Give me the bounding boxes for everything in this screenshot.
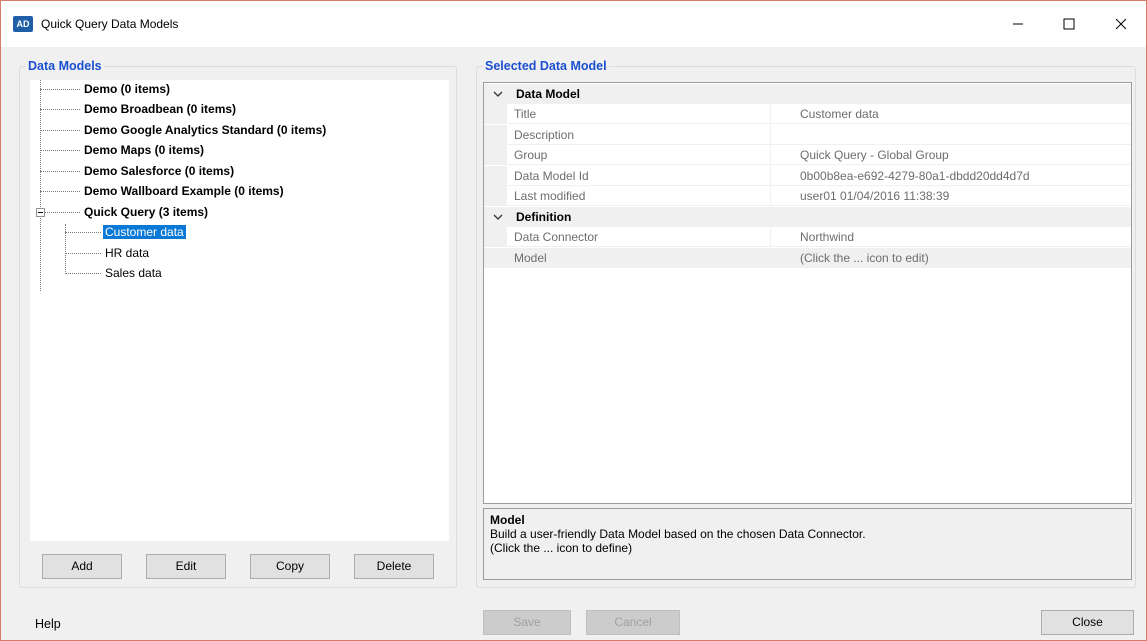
- dialog-window: AD Quick Query Data Models Data Models D…: [0, 0, 1147, 641]
- window-title: Quick Query Data Models: [41, 17, 179, 31]
- tree-node-label: Sales data: [105, 266, 162, 280]
- property-value[interactable]: Quick Query - Global Group: [771, 145, 1131, 165]
- tree-line: [40, 150, 80, 151]
- close-icon: [1115, 18, 1127, 30]
- cancel-button[interactable]: Cancel: [586, 610, 680, 635]
- property-name: Group: [507, 145, 771, 165]
- tree-line: [40, 109, 80, 110]
- property-value[interactable]: Northwind: [771, 227, 1131, 247]
- property-value[interactable]: user01 01/04/2016 11:38:39: [771, 186, 1131, 206]
- property-row[interactable]: Data Model Id 0b00b8ea-e692-4279-80a1-db…: [484, 166, 1131, 186]
- copy-button[interactable]: Copy: [250, 554, 330, 579]
- tree-line: [45, 212, 80, 213]
- maximize-icon: [1063, 18, 1075, 30]
- collapse-icon[interactable]: [36, 208, 45, 217]
- tree-node[interactable]: Demo (0 items): [84, 80, 170, 98]
- tree-node[interactable]: HR data: [105, 244, 149, 262]
- tree-node-label: Demo Wallboard Example (0 items): [84, 184, 284, 198]
- property-row[interactable]: Group Quick Query - Global Group: [484, 145, 1131, 165]
- property-row[interactable]: Title Customer data: [484, 104, 1131, 124]
- category-data-model[interactable]: Data Model: [484, 84, 1131, 104]
- row-gutter: [484, 248, 507, 268]
- tree-line: [40, 89, 80, 90]
- data-models-tree[interactable]: Demo (0 items) Demo Broadbean (0 items) …: [30, 80, 449, 541]
- row-gutter: [484, 104, 507, 124]
- property-value[interactable]: 0b00b8ea-e692-4279-80a1-dbdd20dd4d7d: [771, 166, 1131, 186]
- property-name: Description: [507, 125, 771, 145]
- tree-line: [40, 191, 80, 192]
- tree-node-label: Demo Google Analytics Standard (0 items): [84, 123, 327, 137]
- tree-node[interactable]: Demo Broadbean (0 items): [84, 100, 236, 118]
- tree-node-label: Demo Salesforce (0 items): [84, 164, 235, 178]
- tree-line: [65, 232, 101, 233]
- minimize-button[interactable]: [995, 1, 1041, 47]
- property-grid[interactable]: Data Model Title Customer data Descripti…: [483, 82, 1132, 504]
- maximize-button[interactable]: [1046, 1, 1092, 47]
- row-gutter: [484, 227, 507, 247]
- window-close-button[interactable]: [1098, 1, 1144, 47]
- tree-node-label: HR data: [105, 246, 150, 260]
- tree-node-label: Customer data: [103, 225, 186, 239]
- tree-node[interactable]: Demo Salesforce (0 items): [84, 162, 234, 180]
- selected-data-model-legend: Selected Data Model: [483, 59, 609, 73]
- tree-node[interactable]: Demo Maps (0 items): [84, 141, 204, 159]
- property-name: Data Connector: [507, 227, 771, 247]
- property-row[interactable]: Data Connector Northwind: [484, 227, 1131, 247]
- description-hint: (Click the ... icon to define): [490, 541, 633, 555]
- row-gutter: [484, 166, 507, 186]
- edit-button[interactable]: Edit: [146, 554, 226, 579]
- property-description-panel: Model Build a user-friendly Data Model b…: [483, 508, 1132, 580]
- close-button[interactable]: Close: [1041, 610, 1134, 635]
- tree-node[interactable]: Sales data: [105, 264, 162, 282]
- property-value[interactable]: [771, 125, 1131, 145]
- category-label: Data Model: [516, 87, 581, 101]
- data-models-legend: Data Models: [26, 59, 104, 73]
- tree-node-label: Demo Maps (0 items): [84, 143, 205, 157]
- description-title: Model: [490, 513, 525, 527]
- property-name: Model: [507, 248, 771, 268]
- help-link[interactable]: Help: [35, 617, 61, 631]
- property-name: Last modified: [507, 186, 771, 206]
- property-row[interactable]: Last modified user01 01/04/2016 11:38:39: [484, 186, 1131, 206]
- tree-line: [40, 130, 80, 131]
- tree-line: [40, 171, 80, 172]
- minimize-icon: [1013, 23, 1023, 25]
- property-value[interactable]: (Click the ... icon to edit): [771, 248, 1131, 268]
- app-icon: AD: [13, 16, 33, 32]
- save-button[interactable]: Save: [483, 610, 571, 635]
- tree-node-selected[interactable]: Customer data: [103, 223, 186, 241]
- delete-button[interactable]: Delete: [354, 554, 434, 579]
- property-row[interactable]: Description: [484, 125, 1131, 145]
- tree-node-label: Demo (0 items): [84, 82, 171, 96]
- property-name: Title: [507, 104, 771, 124]
- tree-line: [40, 80, 41, 291]
- add-button[interactable]: Add: [42, 554, 122, 579]
- tree-node-label: Quick Query (3 items): [84, 205, 209, 219]
- property-value[interactable]: Customer data: [771, 104, 1131, 124]
- category-definition[interactable]: Definition: [484, 207, 1131, 227]
- tree-line: [65, 253, 101, 254]
- property-name: Data Model Id: [507, 166, 771, 186]
- tree-node[interactable]: Quick Query (3 items): [84, 203, 208, 221]
- row-gutter: [484, 125, 507, 145]
- category-label: Definition: [516, 210, 572, 224]
- tree-node-label: Demo Broadbean (0 items): [84, 102, 237, 116]
- property-row-selected[interactable]: Model (Click the ... icon to edit): [484, 248, 1131, 268]
- description-text: Build a user-friendly Data Model based o…: [490, 527, 866, 541]
- tree-node[interactable]: Demo Google Analytics Standard (0 items): [84, 121, 326, 139]
- tree-line: [65, 273, 101, 274]
- tree-node[interactable]: Demo Wallboard Example (0 items): [84, 182, 284, 200]
- row-gutter: [484, 186, 507, 206]
- title-bar: AD Quick Query Data Models: [1, 1, 1146, 47]
- row-gutter: [484, 145, 507, 165]
